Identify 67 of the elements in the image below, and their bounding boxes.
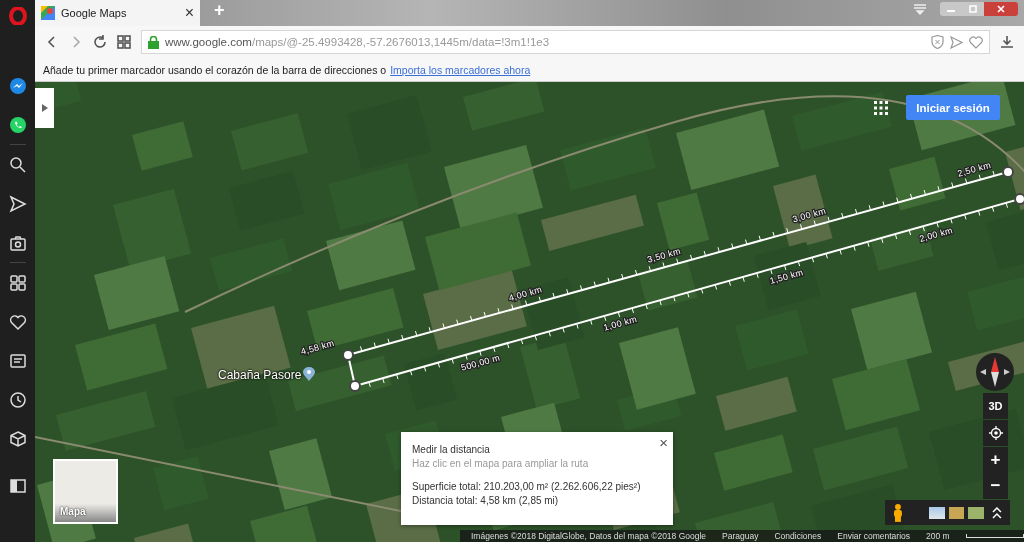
route-point[interactable] [342, 349, 354, 361]
scale-bar [965, 534, 1024, 538]
shield-icon[interactable] [931, 35, 944, 49]
close-button[interactable]: × [659, 434, 668, 451]
card-hint: Haz clic en el mapa para ampliar la ruta [412, 458, 590, 469]
browser-tab[interactable]: Google Maps × [35, 0, 200, 26]
triangle-right-icon [41, 104, 48, 112]
3d-view-button[interactable]: 3D [983, 393, 1008, 419]
imagery-thumbnail[interactable] [968, 506, 985, 519]
tab-title: Google Maps [61, 7, 128, 19]
distance-label: 2,50 km [956, 159, 992, 179]
terms-link[interactable]: Condiciones [774, 531, 822, 541]
imagery-credit: Imágenes ©2018 DigitalGlobe, Datos del mapa ©2018 Google [471, 531, 707, 541]
sidebar-toggle-icon[interactable] [8, 476, 27, 495]
lock-icon [148, 35, 159, 49]
feedback-link[interactable]: Enviar comentarios [837, 531, 911, 541]
messenger-icon[interactable] [8, 76, 27, 95]
download-icon[interactable] [1000, 35, 1014, 49]
zoom-in-button[interactable]: + [983, 447, 1008, 473]
grid-icon[interactable] [8, 273, 27, 292]
crosshair-icon [988, 426, 1003, 440]
address-field[interactable]: www.google.com/maps/@-25.4993428,-57.2676013,1445m/data=!3m1!1e3 [141, 30, 990, 54]
camera-icon[interactable] [8, 233, 27, 252]
distance-label: 3,00 km [791, 205, 827, 225]
search-icon[interactable] [8, 155, 27, 174]
country-link[interactable]: Paraguay [722, 531, 759, 541]
cube-icon[interactable] [8, 429, 27, 448]
news-icon[interactable] [8, 351, 27, 370]
close-icon [997, 5, 1005, 13]
distance-label: 3,50 km [646, 245, 682, 265]
zoom-out-button[interactable]: − [983, 473, 1008, 499]
distance-label: 500,00 m [459, 352, 502, 373]
my-location-button[interactable] [983, 420, 1008, 446]
distance-label: 4,58 km [299, 337, 336, 357]
distance-label: 4,00 km [507, 284, 544, 304]
place-label: Cabaña Pasore [218, 368, 302, 382]
pegman-icon[interactable] [893, 503, 903, 522]
distance-label: 2,00 km [918, 225, 954, 244]
apps-grid-icon[interactable] [874, 101, 888, 115]
card-title: Medir la distancia [412, 444, 491, 455]
area-total: Superficie total: 210.203,00 m² (2.262.606,22 pies²) [412, 481, 642, 492]
imagery-thumbnail[interactable] [948, 506, 965, 519]
heart-icon[interactable] [8, 312, 27, 331]
reload-icon[interactable] [93, 35, 107, 49]
place-pin-icon[interactable] [303, 367, 315, 381]
chevron-up-icon[interactable] [992, 506, 1002, 519]
maps-logo-icon [41, 6, 55, 20]
close-tab-button[interactable]: × [184, 4, 194, 22]
imagery-thumbnail[interactable] [928, 506, 945, 519]
distance-label: 1,00 km [602, 313, 638, 333]
distance-total: Distancia total: 4,58 km (2,85 mi) [412, 495, 560, 506]
clock-icon[interactable] [8, 390, 27, 409]
route-point[interactable] [1014, 193, 1024, 205]
whatsapp-icon[interactable] [8, 115, 27, 134]
restore-icon [969, 5, 977, 13]
route-point[interactable] [1002, 166, 1014, 178]
bookmark-hint: Añade tu primer marcador usando el corazón de la barra de direcciones o [43, 63, 387, 76]
compass-icon[interactable] [975, 352, 1015, 392]
import-bookmarks-link[interactable]: Importa los marcadores ahora [390, 63, 531, 76]
close-window-button[interactable] [984, 2, 1018, 16]
grid-icon[interactable] [117, 35, 131, 49]
distance-label: 1,50 km [768, 267, 805, 286]
expand-panel-button[interactable] [35, 88, 54, 128]
scale-label: 200 m [926, 531, 950, 541]
browser-logo-icon[interactable] [8, 7, 27, 25]
sign-in-button[interactable]: Iniciar sesión [906, 95, 1000, 120]
route-point[interactable] [349, 380, 361, 392]
